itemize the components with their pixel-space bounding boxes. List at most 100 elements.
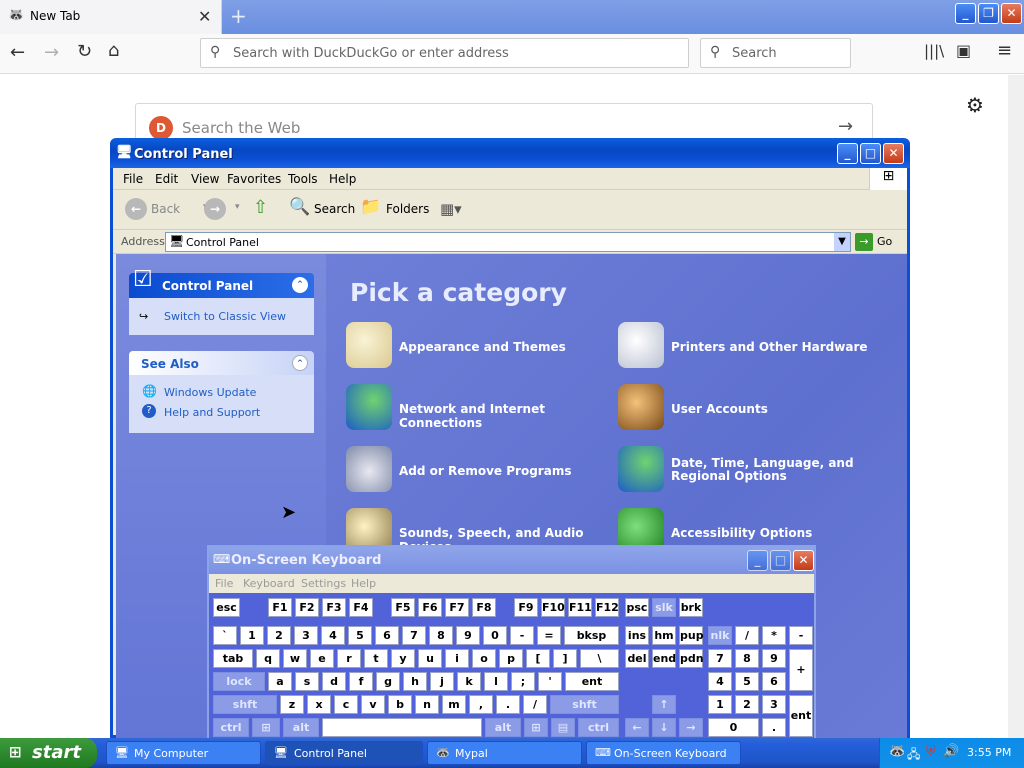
key-left-alt[interactable]: alt — [283, 718, 319, 737]
maximize-icon[interactable]: □ — [860, 143, 881, 164]
key-y[interactable]: y — [391, 649, 415, 668]
minimize-icon[interactable]: _ — [837, 143, 858, 164]
key-k[interactable]: k — [457, 672, 481, 691]
address-field[interactable]: 🖥 Control Panel ▼ — [165, 232, 851, 252]
key-del[interactable]: del — [625, 649, 649, 668]
key-f2[interactable]: F2 — [295, 598, 319, 617]
key-num2[interactable]: 2 — [735, 695, 759, 714]
reload-icon[interactable]: ↻ — [77, 41, 92, 62]
key-u[interactable]: u — [418, 649, 442, 668]
key-num1[interactable]: 1 — [708, 695, 732, 714]
key-n[interactable]: n — [415, 695, 439, 714]
key-enter[interactable]: ent — [565, 672, 619, 691]
key-backslash[interactable]: \ — [580, 649, 619, 668]
key-lbracket[interactable]: [ — [526, 649, 550, 668]
key-s[interactable]: s — [295, 672, 319, 691]
key-num5[interactable]: 5 — [735, 672, 759, 691]
chevron-down-icon[interactable]: ▼ — [834, 233, 850, 251]
key-f1[interactable]: F1 — [268, 598, 292, 617]
key-multiply[interactable]: * — [762, 626, 786, 645]
key-divide[interactable]: / — [735, 626, 759, 645]
forward-icon[interactable]: → — [44, 42, 59, 63]
key-a[interactable]: a — [268, 672, 292, 691]
key-f11[interactable]: F11 — [568, 598, 592, 617]
taskbar-item-osk[interactable]: ⌨ On-Screen Keyboard — [586, 741, 741, 765]
key-rbracket[interactable]: ] — [553, 649, 577, 668]
web-search-box[interactable]: D Search the Web → — [135, 103, 873, 143]
collapse-icon[interactable]: ⌃ — [292, 355, 308, 371]
key-2[interactable]: 2 — [267, 626, 291, 645]
key-arrow-down[interactable]: ↓ — [652, 718, 676, 737]
menu-file[interactable]: File — [123, 172, 143, 186]
key-g[interactable]: g — [376, 672, 400, 691]
browser-tab[interactable]: 🦝 New Tab ✕ — [0, 0, 222, 34]
key-p[interactable]: p — [499, 649, 523, 668]
key-space[interactable] — [322, 718, 482, 737]
key-4[interactable]: 4 — [321, 626, 345, 645]
key-arrow-up[interactable]: ↑ — [652, 695, 676, 714]
folders-icon[interactable]: 📁 — [360, 197, 381, 217]
back-icon[interactable]: ← — [125, 198, 147, 220]
close-tab-icon[interactable]: ✕ — [198, 7, 211, 26]
key-pup[interactable]: pup — [679, 626, 704, 645]
key-num-decimal[interactable]: . — [762, 718, 786, 737]
key-f10[interactable]: F10 — [541, 598, 565, 617]
key-num-enter[interactable]: ent — [789, 695, 813, 737]
key-slash[interactable]: / — [523, 695, 547, 714]
key-minus[interactable]: - — [510, 626, 534, 645]
key-num8[interactable]: 8 — [735, 649, 759, 668]
windows-update-link[interactable]: Windows Update — [164, 386, 256, 399]
key-num9[interactable]: 9 — [762, 649, 786, 668]
taskbar-item-my-computer[interactable]: 🖥 My Computer — [106, 741, 261, 765]
key-l[interactable]: l — [484, 672, 508, 691]
volume-icon[interactable]: 🔊 — [943, 744, 959, 759]
category-appearance[interactable]: Appearance and Themes — [346, 322, 606, 372]
osk-menu-keyboard[interactable]: Keyboard — [243, 577, 295, 590]
category-accessibility[interactable]: Accessibility Options — [618, 508, 898, 554]
key-e[interactable]: e — [310, 649, 334, 668]
key-end[interactable]: end — [652, 649, 676, 668]
category-network[interactable]: Network and Internet Connections — [346, 384, 616, 434]
key-x[interactable]: x — [307, 695, 331, 714]
security-shield-icon[interactable]: ⛨ — [926, 744, 936, 759]
key-left-shift[interactable]: shft — [213, 695, 277, 714]
settings-gear-icon[interactable]: ⚙ — [966, 93, 984, 117]
arrow-right-icon[interactable]: → — [838, 116, 853, 137]
key-f7[interactable]: F7 — [445, 598, 469, 617]
key-num3[interactable]: 3 — [762, 695, 786, 714]
key-backtick[interactable]: ` — [213, 626, 237, 645]
search-icon[interactable]: 🔍 — [289, 197, 310, 217]
menu-icon[interactable]: ≡ — [997, 40, 1012, 61]
key-6[interactable]: 6 — [375, 626, 399, 645]
osk-title-bar[interactable]: ⌨ On-Screen Keyboard _ □ ✕ — [209, 547, 814, 574]
key-arrow-left[interactable]: ← — [625, 718, 649, 737]
key-num6[interactable]: 6 — [762, 672, 786, 691]
key-f12[interactable]: F12 — [595, 598, 619, 617]
key-left-ctrl[interactable]: ctrl — [213, 718, 249, 737]
minimize-icon[interactable]: _ — [747, 550, 768, 571]
key-lock[interactable]: lock — [213, 672, 265, 691]
tray-app-icon[interactable]: 🦝 — [889, 744, 905, 759]
restore-icon[interactable]: ❐ — [978, 3, 999, 24]
key-m[interactable]: m — [442, 695, 466, 714]
page-scrollbar[interactable] — [1008, 75, 1024, 738]
key-right-windows[interactable]: ⊞ — [524, 718, 548, 737]
key-esc[interactable]: esc — [213, 598, 240, 617]
key-backspace[interactable]: bksp — [564, 626, 619, 645]
search-box[interactable]: ⚲ Search — [700, 38, 851, 68]
see-also-header[interactable]: See Also ⌃ — [129, 351, 314, 375]
chevron-down-icon[interactable]: ▾ — [235, 202, 240, 212]
key-add[interactable]: + — [789, 649, 813, 691]
network-icon[interactable]: 🖧 — [907, 745, 920, 766]
key-r[interactable]: r — [337, 649, 361, 668]
key-0[interactable]: 0 — [483, 626, 507, 645]
help-and-support-link[interactable]: Help and Support — [164, 406, 260, 419]
key-arrow-right[interactable]: → — [679, 718, 703, 737]
key-v[interactable]: v — [361, 695, 385, 714]
key-brk[interactable]: brk — [679, 598, 703, 617]
up-folder-icon[interactable]: ⇧ — [253, 197, 268, 218]
key-f3[interactable]: F3 — [322, 598, 346, 617]
key-subtract[interactable]: - — [789, 626, 813, 645]
key-3[interactable]: 3 — [294, 626, 318, 645]
key-8[interactable]: 8 — [429, 626, 453, 645]
